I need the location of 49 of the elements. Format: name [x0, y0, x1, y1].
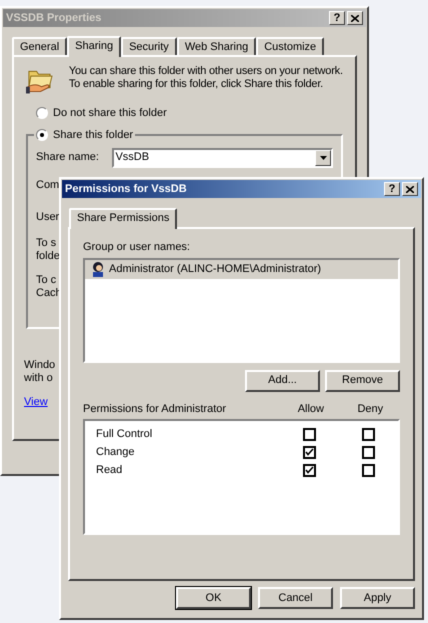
radio-button[interactable]	[36, 107, 48, 120]
permission-name: Full Control	[95, 426, 154, 442]
help-button[interactable]: ?	[329, 11, 345, 25]
radio-button[interactable]	[36, 128, 48, 141]
dialog-button[interactable]: OK	[176, 587, 251, 609]
column-header: Deny	[356, 402, 384, 416]
permission-name: Read	[95, 462, 124, 478]
checkbox[interactable]	[362, 446, 375, 458]
note-text: To s	[36, 236, 56, 250]
permission-name: Change	[95, 444, 136, 460]
note-text: folde	[36, 250, 60, 262]
checkbox[interactable]	[362, 428, 375, 440]
add-button[interactable]: Add...	[245, 370, 320, 392]
tab[interactable]: Sharing	[67, 36, 122, 57]
field-label: Share name:	[36, 150, 100, 166]
sharing-description: You can share this folder with other users on your network. To enable sharing for this folder, click Share this folder.	[68, 65, 343, 92]
help-button[interactable]: ?	[384, 182, 400, 196]
footer-text: with o	[24, 372, 53, 384]
close-icon	[406, 186, 414, 192]
checkbox[interactable]	[302, 428, 316, 440]
window-title: Permissions for VssDB	[65, 182, 187, 197]
tab[interactable]: Web Sharing	[176, 37, 256, 55]
tab[interactable]: General	[12, 37, 68, 55]
close-button[interactable]	[347, 11, 363, 25]
window-title: VSSDB Properties	[6, 10, 102, 26]
share-name-combobox[interactable]: VssDB	[112, 148, 333, 168]
list-label: Group or user names:	[83, 240, 191, 255]
remove-button[interactable]: Remove	[325, 370, 400, 392]
tab[interactable]: Customize	[256, 37, 324, 55]
permissions-label: Permissions for Administrator	[83, 402, 228, 416]
radio-label: Do not share this folder	[53, 106, 167, 121]
view-link[interactable]: View	[24, 394, 48, 410]
column-header: Allow	[296, 402, 325, 416]
checkbox[interactable]	[362, 464, 375, 476]
close-icon	[351, 14, 359, 22]
dialog-button[interactable]: Cancel	[258, 587, 333, 609]
dialog-button[interactable]: Apply	[340, 587, 415, 609]
checkbox[interactable]	[302, 464, 316, 476]
field-label: Com	[36, 178, 60, 192]
radio-label: Share this folder	[53, 128, 134, 142]
checkbox[interactable]	[302, 446, 316, 458]
tab[interactable]: Security	[121, 37, 177, 55]
close-button[interactable]	[402, 182, 418, 196]
field-label: User	[36, 210, 60, 225]
note-text: To c	[36, 274, 56, 286]
tab[interactable]: Share Permissions	[69, 208, 178, 229]
user-list-item[interactable]: Administrator (ALINC-HOME\Administrator)	[85, 260, 398, 278]
user-icon	[91, 261, 105, 277]
footer-text: Windo	[24, 358, 56, 372]
